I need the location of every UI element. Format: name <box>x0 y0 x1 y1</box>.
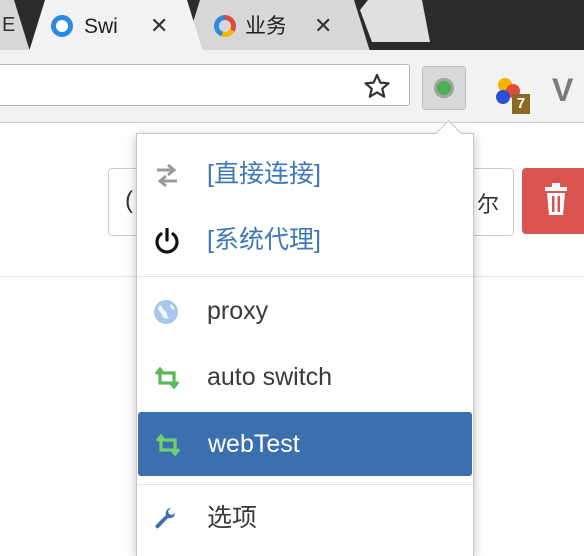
menu-item-proxy[interactable]: proxy <box>137 279 473 343</box>
trash-icon <box>545 183 567 215</box>
v-extension-button[interactable]: V <box>552 70 573 110</box>
tab-business-title: 业务 <box>245 15 285 38</box>
menu-item-auto-switch[interactable]: auto switch <box>137 345 473 409</box>
balls-extension-button[interactable]: 7 <box>494 74 538 118</box>
menu-divider <box>137 484 473 485</box>
balls-icon-blue <box>496 90 510 104</box>
power-icon <box>155 228 179 254</box>
menu-item-label: webTest <box>208 430 300 458</box>
tab-business-close-button[interactable]: ✕ <box>314 13 332 39</box>
proxy-switch-extension-button[interactable] <box>422 66 466 110</box>
address-bar[interactable] <box>0 64 410 106</box>
menu-divider <box>137 276 473 277</box>
menu-item-label: auto switch <box>207 363 333 391</box>
menu-item-label: 选项 <box>207 504 258 532</box>
page-input-glyph: ( <box>125 187 133 214</box>
menu-item-options[interactable]: 选项 <box>137 486 473 550</box>
green-dot-icon <box>434 78 454 98</box>
menu-item-label: [直接连接] <box>207 160 321 188</box>
tab-switchy-close-button[interactable]: ✕ <box>150 13 168 39</box>
retweet-icon <box>155 433 181 457</box>
delete-button[interactable] <box>522 168 584 234</box>
extension-badge: 7 <box>512 94 530 114</box>
proxy-popup-menu: [直接连接] [系统代理] proxy auto switch webTest … <box>136 120 474 556</box>
blue-ring-icon <box>51 15 73 37</box>
star-icon[interactable] <box>363 73 391 99</box>
color-ring-icon <box>214 15 236 37</box>
swap-arrows-icon <box>157 163 177 188</box>
menu-item-system[interactable]: [系统代理] <box>137 208 473 272</box>
menu-item-webtest[interactable]: webTest <box>138 412 472 476</box>
menu-item-label: [系统代理] <box>207 226 321 254</box>
tab-switchy-title: Swi <box>84 15 118 38</box>
browser-window: E 业务 ✕ Swi ✕ 7 V ( 尔 [直接连接] [系统代理] proxy… <box>0 0 584 556</box>
menu-item-direct[interactable]: [直接连接] <box>137 142 473 206</box>
wrench-icon <box>155 508 175 529</box>
page-input-text: 尔 <box>476 192 499 217</box>
partial-tab-title: E <box>2 14 16 36</box>
globe-icon <box>154 300 178 324</box>
menu-item-label: proxy <box>207 297 269 325</box>
retweet-icon <box>154 366 180 390</box>
